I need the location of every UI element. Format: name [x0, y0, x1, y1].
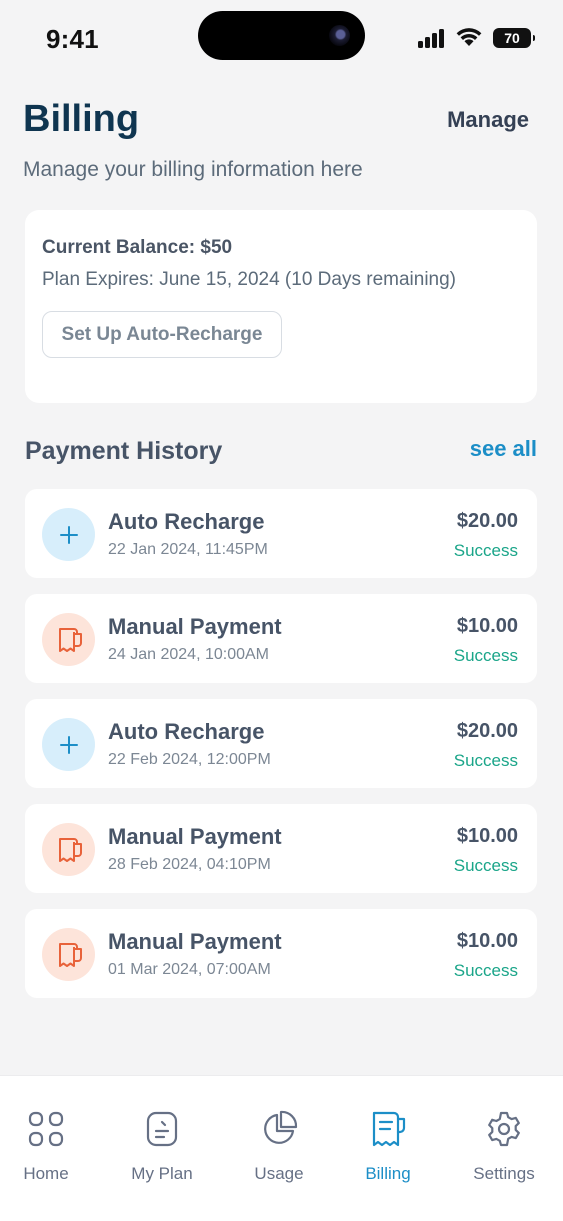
payment-status: Success: [453, 961, 518, 980]
payment-item[interactable]: Auto Recharge 22 Jan 2024, 11:45PM $20.0…: [25, 489, 537, 578]
nav-label: Settings: [473, 1164, 535, 1183]
payment-title: Manual Payment: [108, 614, 282, 639]
battery-icon: 70: [493, 28, 535, 48]
page-subtitle: Manage your billing information here: [23, 158, 363, 181]
nav-label: My Plan: [131, 1164, 193, 1183]
payment-title: Auto Recharge: [108, 509, 265, 534]
payment-date: 28 Feb 2024, 04:10PM: [108, 856, 271, 873]
see-all-link[interactable]: see all: [470, 436, 537, 462]
payment-item[interactable]: Manual Payment 28 Feb 2024, 04:10PM $10.…: [25, 804, 537, 893]
payment-item[interactable]: Manual Payment 24 Jan 2024, 10:00AM $10.…: [25, 594, 537, 683]
plus-icon: [42, 718, 95, 771]
payment-status: Success: [453, 541, 518, 560]
payment-amount: $20.00: [456, 720, 518, 742]
receipt-icon: [42, 928, 95, 981]
nav-label: Billing: [365, 1164, 411, 1183]
payment-title: Manual Payment: [108, 929, 282, 954]
payment-amount: $10.00: [456, 615, 518, 637]
dynamic-island: [198, 11, 365, 60]
manage-button[interactable]: Manage: [447, 107, 529, 133]
payment-status: Success: [453, 856, 518, 875]
gear-icon: [488, 1111, 520, 1147]
payment-amount: $10.00: [456, 930, 518, 952]
nav-label: Usage: [254, 1164, 304, 1183]
current-balance: Current Balance: $50: [42, 237, 233, 258]
set-up-auto-recharge-button[interactable]: Set Up Auto-Recharge: [42, 311, 282, 358]
payment-date: 01 Mar 2024, 07:00AM: [108, 961, 271, 978]
payment-item[interactable]: Auto Recharge 22 Feb 2024, 12:00PM $20.0…: [25, 699, 537, 788]
receipt-icon: [42, 823, 95, 876]
camera-icon: [329, 25, 350, 46]
receipt-icon: [42, 613, 95, 666]
plus-icon: [42, 508, 95, 561]
payment-date: 22 Jan 2024, 11:45PM: [108, 541, 268, 558]
page-title: Billing: [23, 98, 140, 140]
payment-amount: $10.00: [456, 825, 518, 847]
receipt-icon: [372, 1111, 406, 1147]
payment-amount: $20.00: [456, 510, 518, 532]
status-bar: 9:41 70: [0, 0, 563, 80]
pie-chart-icon: [264, 1110, 298, 1144]
document-icon: [146, 1111, 178, 1147]
plan-expiry: Plan Expires: June 15, 2024 (10 Days rem…: [42, 269, 457, 290]
payment-status: Success: [453, 646, 518, 665]
status-time: 9:41: [46, 24, 99, 54]
payment-history-list: Auto Recharge 22 Jan 2024, 11:45PM $20.0…: [25, 489, 537, 1014]
payment-date: 24 Jan 2024, 10:00AM: [108, 646, 270, 663]
wifi-icon: [456, 28, 482, 46]
payment-date: 22 Feb 2024, 12:00PM: [108, 751, 271, 768]
signal-icon: [418, 29, 446, 48]
nav-label: Home: [23, 1164, 69, 1183]
payment-title: Auto Recharge: [108, 719, 265, 744]
grid-icon: [28, 1111, 64, 1147]
payment-title: Manual Payment: [108, 824, 282, 849]
payment-status: Success: [453, 751, 518, 770]
payment-history-title: Payment History: [25, 437, 223, 465]
balance-card: Current Balance: $50 Plan Expires: June …: [25, 210, 537, 403]
bottom-nav: Home My Plan Usage Billing Settings: [0, 1075, 563, 1221]
payment-item[interactable]: Manual Payment 01 Mar 2024, 07:00AM $10.…: [25, 909, 537, 998]
